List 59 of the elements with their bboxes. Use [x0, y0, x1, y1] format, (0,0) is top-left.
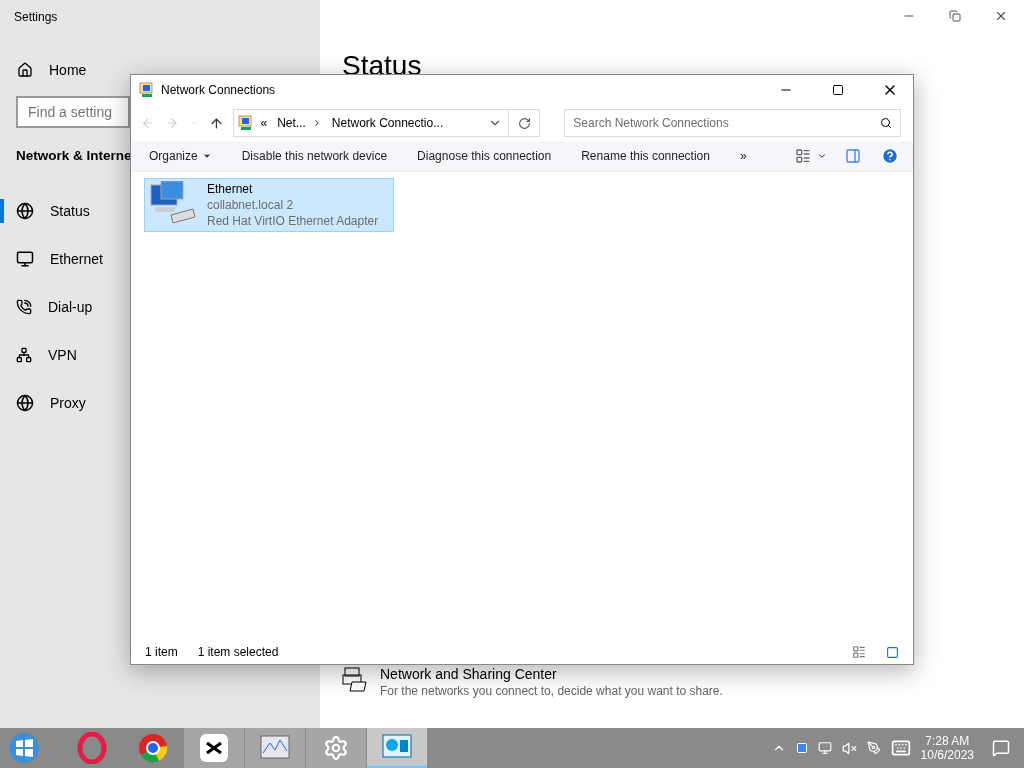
search-field[interactable]: Find a setting [16, 96, 130, 128]
editor-logo-icon [200, 734, 228, 762]
ring-logo-icon [76, 732, 108, 764]
breadcrumb[interactable]: Net... [277, 116, 306, 130]
tray-app-icon[interactable] [795, 742, 808, 754]
command-button[interactable]: Organize [134, 149, 227, 163]
chart-window-icon [260, 735, 290, 761]
taskbar-app[interactable] [184, 728, 244, 768]
settings-icon [323, 735, 349, 761]
section-title: Network & Interne [15, 147, 133, 165]
home-icon [17, 62, 33, 78]
link-title[interactable]: Network and Sharing Center [380, 666, 723, 682]
caret-icon [201, 151, 212, 161]
overflow-mark: « [260, 116, 268, 130]
refresh-icon[interactable] [517, 116, 531, 130]
network-folder-icon [238, 115, 255, 131]
window-title: Settings [14, 10, 58, 24]
printer-folder-icon [342, 666, 368, 692]
pen-icon[interactable] [866, 741, 881, 755]
status-text: 1 item [145, 645, 178, 659]
volume-muted-icon[interactable] [841, 740, 857, 756]
home-link[interactable]: Home [49, 62, 87, 78]
up-icon[interactable] [208, 115, 224, 131]
computer-icon [149, 181, 199, 226]
network-folder-icon [139, 82, 155, 98]
window-title: Network Connections [161, 83, 277, 97]
preview-pane-icon[interactable] [845, 148, 861, 164]
breadcrumb[interactable]: Network Connectio... [331, 116, 444, 130]
command-button[interactable]: Disable this network device [226, 149, 403, 163]
nav-item[interactable]: Dial-up [48, 299, 93, 315]
close-icon[interactable] [994, 9, 1008, 23]
details-view-icon[interactable] [852, 645, 866, 659]
help-icon[interactable] [881, 147, 899, 165]
restore-icon[interactable] [949, 10, 961, 22]
nav-item[interactable]: Proxy [50, 395, 86, 411]
globe-icon [16, 202, 34, 220]
more-button[interactable]: » [724, 149, 762, 163]
view-icon[interactable] [795, 148, 811, 164]
browser-logo-icon [137, 732, 169, 764]
notifications-icon[interactable] [992, 739, 1010, 757]
search-icon [880, 117, 892, 129]
tiles-view-icon[interactable] [886, 645, 899, 659]
status-text: 1 item selected [197, 645, 279, 659]
address-bar[interactable]: « Net... Network Connectio... [233, 109, 541, 137]
network-window-icon [382, 734, 412, 760]
monitor-icon [16, 250, 34, 268]
link-description: For the networks you connect to, decide what you want to share. [380, 684, 723, 698]
command-button[interactable]: Diagnose this connection [402, 149, 567, 163]
nav-item[interactable]: VPN [48, 347, 77, 363]
search-field[interactable]: Search Network Connections [564, 109, 901, 137]
connection-item[interactable]: Ethernet collabnet.local 2 Red Hat VirtIO Ethernet Adapter [144, 178, 394, 232]
maximize-icon[interactable] [832, 84, 844, 96]
nav-item[interactable]: Status [50, 203, 90, 219]
keyboard-icon[interactable] [890, 738, 911, 758]
command-button[interactable]: Rename this connection [566, 149, 725, 163]
globe-icon [16, 394, 34, 412]
phone-icon [16, 299, 32, 315]
caret-icon[interactable] [817, 151, 827, 161]
nav-item[interactable]: Ethernet [50, 251, 103, 267]
